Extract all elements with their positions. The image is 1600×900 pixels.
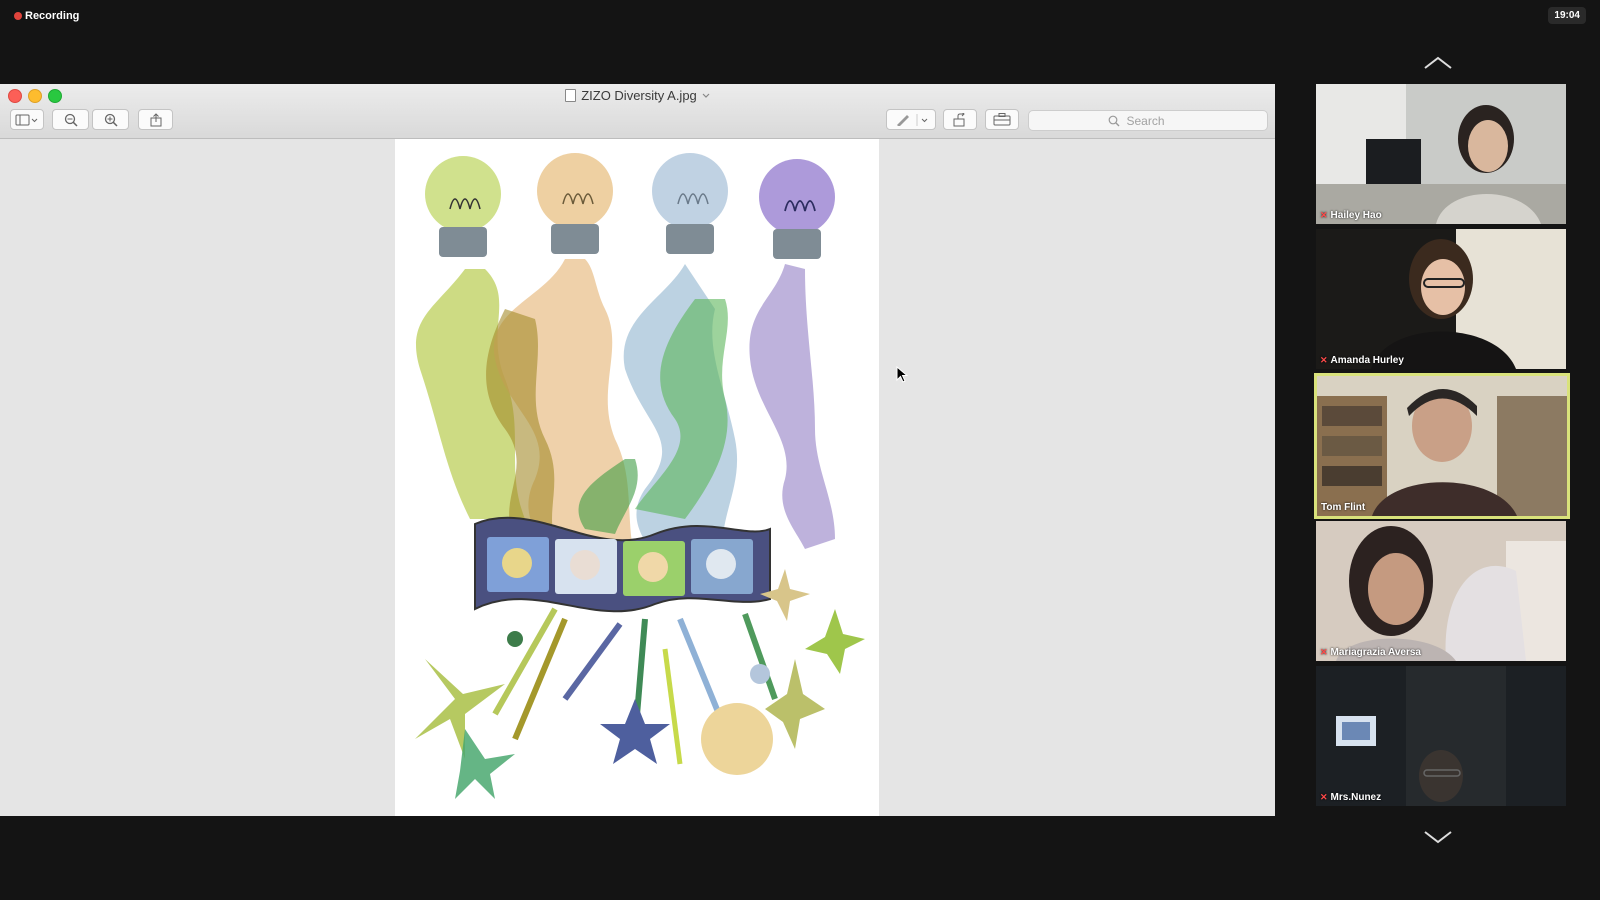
share-button[interactable]	[138, 109, 173, 130]
zoom-out-icon	[64, 113, 78, 127]
preview-titlebar: ZIZO Diversity A.jpg	[0, 84, 1275, 139]
participant-name-label: ✕ Amanda Hurley	[1320, 355, 1404, 366]
document-canvas[interactable]	[0, 139, 1275, 816]
search-input[interactable]	[1124, 112, 1189, 129]
zoom-in-icon	[104, 113, 118, 127]
share-icon	[150, 112, 161, 126]
chevron-up-icon[interactable]	[1423, 56, 1453, 70]
recording-dot-icon	[14, 12, 22, 20]
participant-tile[interactable]: ✕ Mariagrazia Aversa	[1316, 521, 1566, 661]
participant-name-label: Tom Flint	[1321, 502, 1366, 513]
file-icon	[565, 89, 577, 102]
rotate-button[interactable]	[943, 109, 977, 130]
markup-toolbar-button[interactable]	[985, 109, 1019, 130]
chevron-down-icon	[702, 93, 710, 98]
chevron-down-icon[interactable]	[1423, 830, 1453, 844]
image-page	[395, 139, 879, 816]
participant-tile-active-speaker[interactable]: Tom Flint	[1314, 373, 1570, 519]
window-title-text: ZIZO Diversity A.jpg	[581, 88, 697, 103]
window-title[interactable]: ZIZO Diversity A.jpg	[0, 88, 1275, 103]
sidebar-toggle-button[interactable]	[10, 109, 44, 130]
muted-mic-icon: ✕	[1320, 792, 1328, 802]
zoom-in-button[interactable]	[92, 109, 129, 130]
participant-gallery: ✕ Hailey Hao ✕ Amanda Hurley Tom Flint ✕ Ma…	[1312, 0, 1570, 900]
zoom-out-button[interactable]	[52, 109, 89, 130]
participant-name-label: ✕ Hailey Hao	[1320, 210, 1382, 221]
video-feed	[1316, 229, 1566, 369]
search-icon	[1108, 115, 1119, 126]
recording-label: Recording	[25, 10, 80, 22]
participant-tile[interactable]: ✕ Hailey Hao	[1316, 84, 1566, 224]
participant-tile[interactable]: ✕ Amanda Hurley	[1316, 229, 1566, 369]
rotate-icon	[953, 112, 965, 126]
video-feed	[1316, 521, 1566, 661]
muted-mic-icon: ✕	[1320, 210, 1328, 220]
sidebar-icon	[15, 114, 38, 125]
search-field[interactable]	[1028, 110, 1268, 131]
recording-indicator[interactable]: Recording	[14, 10, 79, 22]
participant-tile[interactable]: ✕ Mrs.Nunez	[1316, 666, 1566, 806]
video-feed	[1317, 376, 1567, 516]
bulb-group	[425, 153, 835, 259]
mouse-cursor-icon	[896, 366, 908, 383]
video-feed	[1316, 84, 1566, 224]
markup-pen-button[interactable]	[886, 109, 936, 130]
muted-mic-icon: ✕	[1320, 647, 1328, 657]
participant-name-label: ✕ Mariagrazia Aversa	[1320, 647, 1421, 658]
participant-name-label: ✕ Mrs.Nunez	[1320, 792, 1382, 803]
preview-window: ZIZO Diversity A.jpg	[0, 84, 1275, 816]
muted-mic-icon: ✕	[1320, 355, 1328, 365]
watercolor-illustration	[415, 153, 865, 799]
video-feed	[1316, 666, 1566, 806]
pen-icon	[897, 113, 928, 126]
toolbox-icon	[993, 113, 1011, 126]
